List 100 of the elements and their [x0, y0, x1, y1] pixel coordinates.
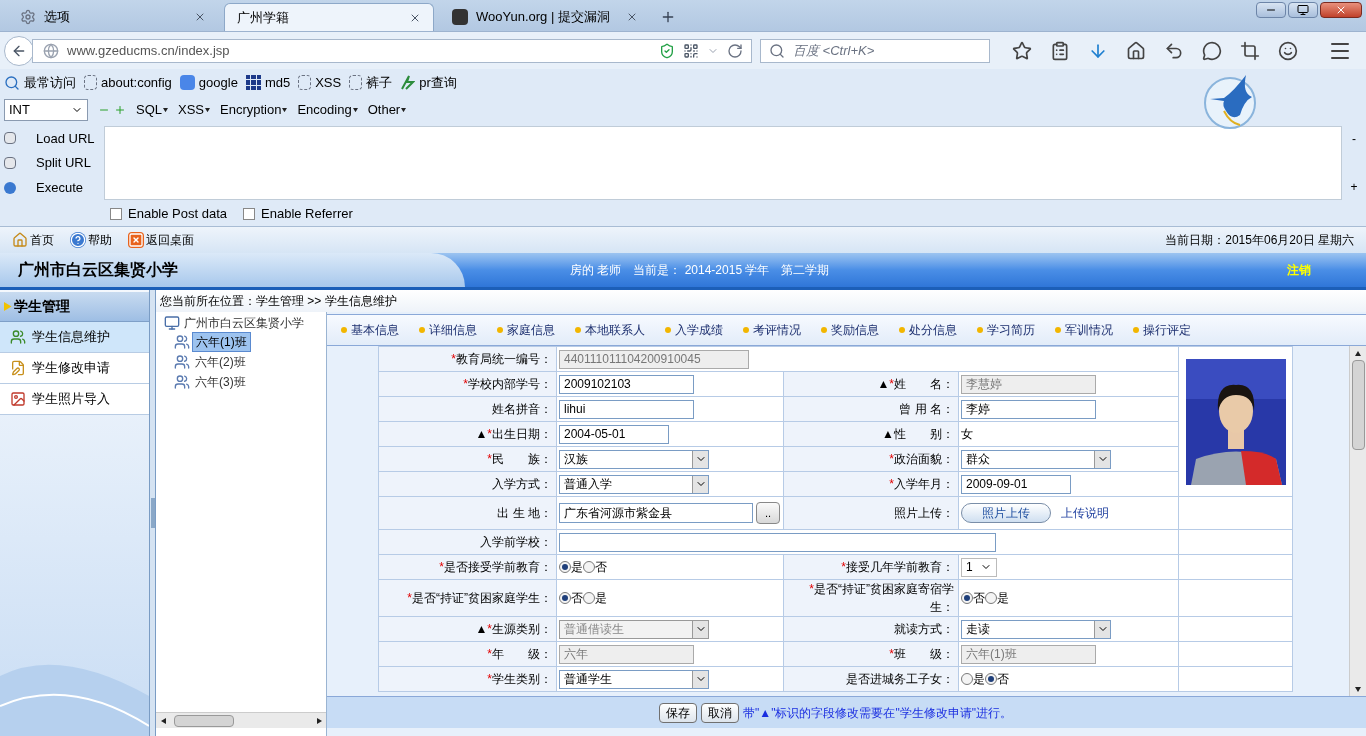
- chat-icon[interactable]: [1202, 40, 1222, 61]
- restore-button[interactable]: [1288, 2, 1318, 18]
- shield-icon[interactable]: [659, 42, 675, 59]
- radio-button[interactable]: [583, 561, 595, 573]
- text-field[interactable]: 广东省河源市紫金县: [559, 503, 753, 523]
- radio-button[interactable]: [985, 592, 997, 604]
- plus-icon[interactable]: [114, 104, 126, 116]
- close-icon: [128, 232, 144, 248]
- dropdown[interactable]: 汉族: [559, 449, 709, 469]
- radio-button[interactable]: [961, 592, 973, 604]
- horizontal-scrollbar[interactable]: [156, 712, 326, 728]
- action-button[interactable]: Load URL: [36, 128, 95, 149]
- content-tab[interactable]: 学习简历: [977, 321, 1051, 339]
- dropdown[interactable]: 走读: [961, 619, 1111, 639]
- dropdown[interactable]: 群众: [961, 449, 1111, 469]
- tree-node[interactable]: 六年(3)班: [192, 373, 249, 391]
- close-icon[interactable]: [626, 11, 638, 23]
- checkbox[interactable]: [243, 208, 256, 220]
- browser-tab[interactable]: 广州学籍: [224, 3, 434, 31]
- smiley-icon[interactable]: [1278, 40, 1298, 61]
- back-button[interactable]: [4, 35, 34, 66]
- dropdown[interactable]: 1: [961, 557, 997, 577]
- form-button[interactable]: 取消: [701, 702, 739, 723]
- sidebar-item[interactable]: 学生修改申请: [0, 353, 149, 384]
- scrollbar-thumb[interactable]: [174, 714, 234, 727]
- reload-icon[interactable]: [727, 42, 743, 59]
- bookmark[interactable]: google: [179, 72, 238, 93]
- scrollbar-thumb[interactable]: [1351, 360, 1365, 450]
- radio-button[interactable]: [961, 673, 973, 685]
- new-tab-icon[interactable]: [660, 9, 676, 25]
- resize-control[interactable]: -: [1352, 130, 1356, 148]
- star-icon[interactable]: [1012, 40, 1032, 61]
- home-icon: [12, 232, 28, 248]
- search-field[interactable]: 百度 <Ctrl+K>: [760, 38, 990, 63]
- bookmark[interactable]: pr查询: [400, 72, 457, 93]
- browser-tab[interactable]: WooYun.org | 提交漏洞: [440, 3, 650, 31]
- tree-node[interactable]: 六年(1)班: [192, 332, 251, 352]
- action-button[interactable]: Split URL: [36, 153, 91, 173]
- content-tab[interactable]: 处分信息: [899, 321, 973, 339]
- url-input-area[interactable]: [104, 126, 1342, 200]
- text-field[interactable]: lihui: [559, 399, 694, 419]
- content-tab[interactable]: 家庭信息: [497, 321, 571, 339]
- collapse-handle[interactable]: [150, 498, 155, 528]
- content-tab[interactable]: 考评情况: [743, 321, 817, 339]
- clipboard-icon[interactable]: [1050, 40, 1070, 61]
- menu-button[interactable]: Encoding: [297, 100, 352, 120]
- dropdown[interactable]: 普通入学: [559, 474, 709, 494]
- crop-icon[interactable]: [1240, 40, 1260, 61]
- resize-control[interactable]: +: [1350, 178, 1358, 196]
- content-tab[interactable]: 本地联系人: [575, 321, 661, 339]
- menu-button[interactable]: SQL: [136, 100, 162, 120]
- bookmark[interactable]: 裤子: [349, 72, 393, 93]
- form-button[interactable]: 保存: [659, 702, 697, 723]
- browser-tab[interactable]: 选项: [8, 3, 218, 31]
- toolbar-link[interactable]: 帮助: [70, 231, 112, 249]
- text-field[interactable]: 2009102103: [559, 374, 694, 394]
- text-field[interactable]: 2004-05-01: [559, 424, 669, 444]
- content-tab[interactable]: 入学成绩: [665, 321, 739, 339]
- text-field[interactable]: 2009-09-01: [961, 474, 1071, 494]
- text-field[interactable]: 李婷: [961, 399, 1096, 419]
- undo-icon[interactable]: [1164, 40, 1184, 61]
- sidebar-item[interactable]: 学生信息维护: [0, 322, 149, 353]
- help-link[interactable]: 上传说明: [1061, 504, 1109, 522]
- bookmark[interactable]: 最常访问: [4, 72, 76, 93]
- dropdown[interactable]: 普通学生: [559, 669, 709, 689]
- radio-button[interactable]: [559, 561, 571, 573]
- sidebar-item[interactable]: 学生照片导入: [0, 384, 149, 415]
- menu-button[interactable]: XSS: [178, 100, 205, 120]
- address-bar[interactable]: www.gzeducms.cn/index.jsp: [32, 38, 752, 63]
- content-tab[interactable]: 奖励信息: [821, 321, 895, 339]
- tree-node[interactable]: 广州市白云区集贤小学: [184, 314, 304, 332]
- bookmark[interactable]: md5: [245, 72, 291, 93]
- close-icon[interactable]: [194, 11, 206, 23]
- bookmark[interactable]: about:config: [84, 72, 172, 93]
- toolbar-link[interactable]: 首页: [12, 231, 54, 249]
- checkbox[interactable]: [110, 208, 122, 220]
- action-button[interactable]: Execute: [36, 177, 83, 198]
- bookmark[interactable]: XSS: [298, 72, 342, 93]
- dropdown[interactable]: INT: [4, 99, 88, 121]
- menu-button[interactable]: Encryption: [220, 100, 282, 120]
- minimize-button[interactable]: [1256, 2, 1286, 18]
- radio-button[interactable]: [985, 673, 997, 685]
- radio-button[interactable]: [559, 592, 571, 604]
- text-field[interactable]: [559, 532, 996, 552]
- content-tab[interactable]: 基本信息: [341, 321, 415, 339]
- qr-code-icon[interactable]: [683, 42, 699, 59]
- browse-button[interactable]: ..: [756, 502, 780, 524]
- tree-node[interactable]: 六年(2)班: [192, 353, 249, 371]
- close-button[interactable]: [1320, 2, 1362, 18]
- restore-icon: [1297, 4, 1309, 16]
- caret-icon: [282, 107, 288, 113]
- content-tab[interactable]: 军训情况: [1055, 321, 1129, 339]
- vertical-scrollbar[interactable]: [1349, 346, 1366, 696]
- home-icon[interactable]: [1126, 40, 1146, 61]
- menu-button[interactable]: Other: [367, 100, 401, 120]
- content-tab[interactable]: 详细信息: [419, 321, 493, 339]
- radio-button[interactable]: [583, 592, 595, 604]
- content-tab[interactable]: 操行评定: [1133, 321, 1207, 339]
- upload-button[interactable]: 照片上传: [961, 503, 1051, 523]
- toolbar-link[interactable]: 返回桌面: [128, 231, 194, 249]
